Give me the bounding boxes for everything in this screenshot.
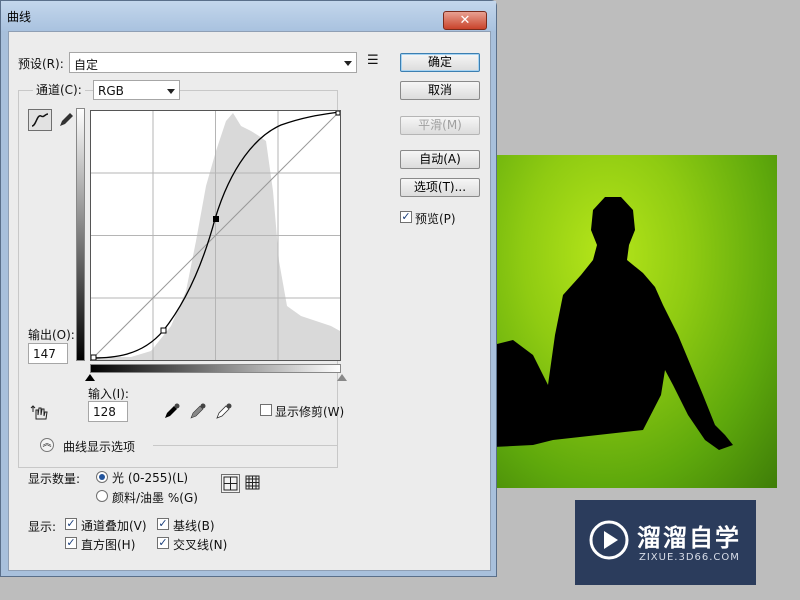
watermark-title: 溜溜自学 [637, 524, 741, 552]
curve-tool-icon [31, 113, 49, 127]
preset-dropdown[interactable]: 自定 [69, 52, 357, 73]
preview-label: 预览(P) [415, 212, 456, 226]
auto-button[interactable]: 自动(A) [400, 150, 480, 169]
eyedropper-gray-icon [190, 403, 206, 419]
window-title: 曲线 [7, 10, 32, 24]
curve-point[interactable] [160, 327, 167, 334]
curve-point-selected[interactable] [213, 216, 219, 222]
chevron-down-icon [344, 61, 352, 66]
pigment-radio[interactable] [96, 490, 108, 502]
curve-point[interactable] [335, 110, 341, 116]
title-bar[interactable]: 曲线 ✕ [1, 1, 496, 31]
light-radio[interactable] [96, 471, 108, 483]
grid-simple-button[interactable] [221, 474, 240, 493]
collapse-options-button[interactable]: ︽ [40, 438, 54, 452]
output-label: 输出(O): [28, 328, 75, 342]
cancel-button[interactable]: 取消 [400, 81, 480, 100]
show-clipping-checkbox[interactable] [260, 404, 272, 416]
preset-label: 预设(R): [18, 57, 64, 71]
dialog-client: 预设(R): 自定 ☰ 确定 取消 平滑(M) 自动(A) 选项(T)... ✓… [8, 31, 491, 571]
grid-10-icon [245, 475, 260, 490]
curve-display-options-heading: 曲线显示选项 [63, 440, 136, 454]
watermark-logo: 溜溜自学 ZIXUE.3D66.COM [575, 500, 756, 585]
smooth-button[interactable]: 平滑(M) [400, 116, 480, 135]
on-image-adjust-tool[interactable] [30, 402, 50, 422]
watermark-subtitle: ZIXUE.3D66.COM [639, 552, 740, 563]
channel-overlays-checkbox[interactable]: ✓ [65, 518, 77, 530]
light-radio-label: 光 (0-255)(L) [112, 471, 189, 485]
grid-detailed-button[interactable] [244, 474, 263, 493]
curve-point-tool[interactable] [28, 109, 52, 131]
preset-value: 自定 [74, 58, 99, 72]
input-gradient-bar [90, 364, 341, 373]
pencil-tool[interactable] [56, 110, 76, 130]
eyedropper-black-icon [165, 403, 180, 418]
histogram-checkbox[interactable]: ✓ [65, 537, 77, 549]
channel-label: 通道(C): [33, 83, 85, 97]
channel-value: RGB [98, 84, 124, 98]
pencil-icon [60, 113, 73, 126]
white-point-slider[interactable] [337, 374, 347, 381]
gray-eyedropper[interactable] [189, 402, 207, 420]
preview-checkbox[interactable]: ✓ [400, 211, 412, 223]
black-point-slider[interactable] [85, 374, 95, 381]
show-amount-label: 显示数量: [28, 472, 81, 486]
intersection-line-label: 交叉线(N) [173, 538, 228, 552]
white-eyedropper[interactable] [215, 402, 233, 420]
black-eyedropper[interactable] [163, 402, 181, 420]
silhouette-photo [493, 155, 777, 488]
channel-dropdown[interactable]: RGB [93, 80, 180, 100]
options-button[interactable]: 选项(T)... [400, 178, 480, 197]
output-field[interactable]: 147 [28, 343, 68, 364]
curve-point[interactable] [90, 354, 97, 361]
options-divider [153, 445, 337, 446]
play-logo-icon [589, 520, 629, 560]
baseline-checkbox[interactable]: ✓ [157, 518, 169, 530]
chevron-down-icon [167, 89, 175, 94]
eyedropper-white-icon [216, 403, 232, 419]
show-clipping-label: 显示修剪(W) [275, 405, 345, 419]
pigment-radio-label: 颜料/油墨 %(G) [112, 491, 198, 505]
close-button[interactable]: ✕ [443, 11, 487, 30]
channel-overlays-label: 通道叠加(V) [81, 519, 147, 533]
intersection-line-checkbox[interactable]: ✓ [157, 537, 169, 549]
curve-graph[interactable] [90, 110, 341, 361]
ok-button[interactable]: 确定 [400, 53, 480, 72]
close-icon: ✕ [459, 13, 471, 28]
output-gradient-bar [76, 108, 85, 361]
input-field[interactable]: 128 [88, 401, 128, 422]
preset-menu-icon[interactable]: ☰ [367, 53, 379, 68]
baseline-label: 基线(B) [173, 519, 215, 533]
hand-adjust-icon [30, 405, 48, 420]
show-label: 显示: [28, 520, 57, 534]
input-label: 输入(I): [88, 387, 129, 401]
histogram-label: 直方图(H) [81, 538, 136, 552]
grid-4-icon [223, 476, 238, 491]
curves-dialog: 曲线 ✕ 预设(R): 自定 ☰ 确定 取消 平滑(M) 自动(A) 选项(T)… [0, 0, 497, 577]
curve-graph-canvas [90, 110, 341, 361]
chevron-up-icon: ︽ [42, 439, 52, 449]
